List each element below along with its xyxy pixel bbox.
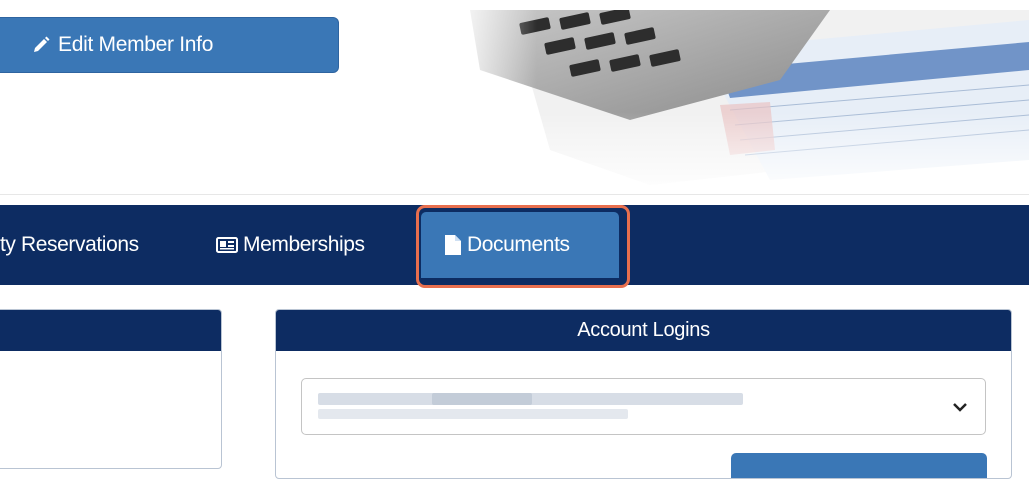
id-card-icon <box>216 237 238 253</box>
nav-item-documents[interactable]: Documents <box>421 212 619 278</box>
pencil-icon <box>34 36 50 52</box>
left-panel <box>0 309 222 469</box>
nav-item-label: Memberships <box>243 233 365 256</box>
calculator-banner-image <box>450 10 1029 196</box>
redacted-value <box>432 393 532 405</box>
nav-item-facility-reservations[interactable]: ty Reservations <box>0 205 139 285</box>
left-panel-header <box>0 310 221 351</box>
edit-member-info-label: Edit Member Info <box>58 33 214 56</box>
nav-item-memberships[interactable]: Memberships <box>216 205 365 285</box>
account-action-button[interactable] <box>731 453 987 478</box>
header-divider <box>0 194 1029 195</box>
nav-item-label: ty Reservations <box>0 233 139 256</box>
chevron-down-icon <box>953 399 967 417</box>
file-icon <box>445 235 461 255</box>
nav-item-label: Documents <box>467 233 570 256</box>
edit-member-info-button[interactable]: Edit Member Info <box>0 17 339 73</box>
account-logins-panel: Account Logins <box>275 309 1012 479</box>
account-logins-header: Account Logins <box>276 310 1011 351</box>
redacted-value <box>318 409 628 419</box>
account-login-select[interactable] <box>301 378 986 435</box>
